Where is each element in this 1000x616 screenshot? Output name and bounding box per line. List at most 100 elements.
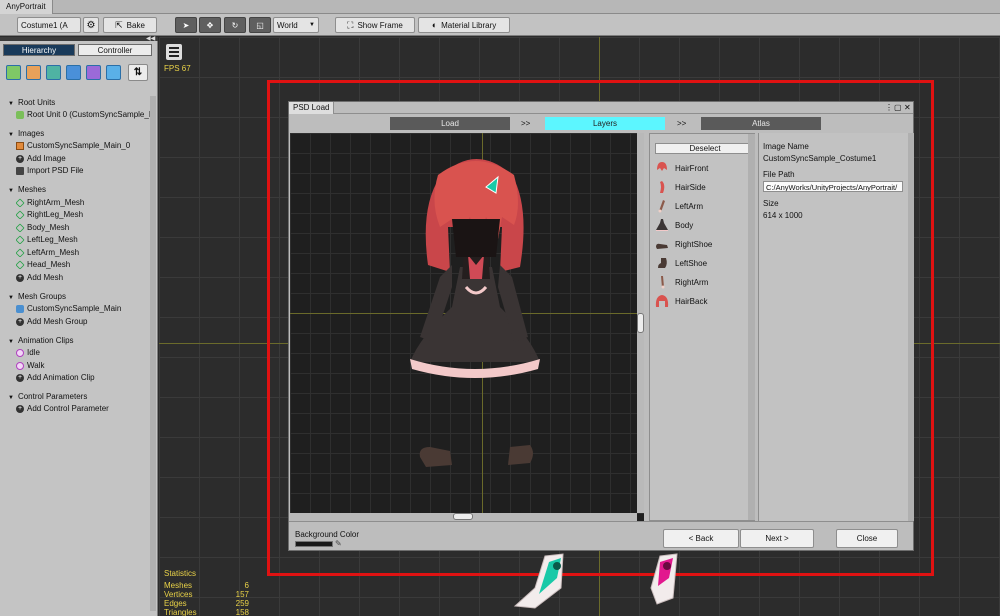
- space-select[interactable]: World ▼: [273, 17, 319, 33]
- step-arrow: >>: [521, 119, 531, 128]
- layer-item[interactable]: HairSide: [655, 179, 751, 195]
- plus-icon: +: [16, 404, 24, 413]
- character-preview-image: [410, 158, 540, 467]
- image-name-value: CustomSyncSample_Costume1: [763, 154, 877, 163]
- hierarchy-panel: [0, 37, 158, 616]
- material-icon: ◐: [431, 20, 438, 30]
- preview-vertical-scrollbar[interactable]: [637, 133, 644, 513]
- section-mesh-groups[interactable]: ▼ Mesh Groups: [8, 292, 66, 301]
- plus-icon: +: [16, 373, 24, 382]
- background-color-swatch[interactable]: [295, 541, 333, 547]
- list-item[interactable]: LeftLeg_Mesh: [16, 235, 150, 244]
- app-title-tab[interactable]: AnyPortrait: [0, 0, 53, 14]
- section-root-units[interactable]: ▼ Root Units: [8, 98, 55, 107]
- hamburger-menu-icon[interactable]: [166, 44, 182, 60]
- size-value: 614 x 1000: [763, 211, 803, 220]
- list-item[interactable]: Head_Mesh: [16, 260, 150, 269]
- move-tool-button[interactable]: ✥: [199, 17, 221, 33]
- next-button[interactable]: Next >: [740, 529, 814, 548]
- bake-button[interactable]: ⇱ Bake: [103, 17, 157, 33]
- scrollbar-thumb[interactable]: [453, 513, 473, 520]
- add-image-item[interactable]: + Add Image: [16, 154, 150, 163]
- move-icon: ✥: [206, 20, 214, 30]
- mesh-filter-icon[interactable]: [46, 65, 61, 80]
- layer-item[interactable]: HairFront: [655, 160, 751, 176]
- step-atlas[interactable]: Atlas: [701, 117, 821, 130]
- right-arm-layer-icon: [661, 276, 665, 289]
- add-control-parameter-item[interactable]: + Add Control Parameter: [16, 404, 150, 413]
- costume-select[interactable]: Costume1 (A: [17, 17, 81, 33]
- add-animation-clip-item[interactable]: + Add Animation Clip: [16, 373, 150, 382]
- image-icon: [16, 141, 24, 150]
- info-panel-scrollbar[interactable]: [908, 133, 914, 521]
- root-unit-filter-icon[interactable]: [6, 65, 21, 80]
- statistics-title: Statistics: [164, 569, 197, 578]
- caret-down-icon: ▼: [8, 188, 14, 194]
- layer-item[interactable]: RightArm: [655, 274, 751, 290]
- eyedropper-icon[interactable]: ✎: [335, 540, 343, 548]
- hierarchy-scrollbar[interactable]: [150, 96, 156, 611]
- maximize-icon[interactable]: ▢: [894, 102, 902, 114]
- list-item[interactable]: LeftArm_Mesh: [16, 248, 150, 257]
- layer-item[interactable]: RightShoe: [655, 236, 751, 252]
- psd-preview-canvas[interactable]: [290, 133, 644, 521]
- list-item[interactable]: CustomSyncSample_Main: [16, 304, 150, 313]
- stat-row: Edges 259: [164, 599, 249, 608]
- add-mesh-item[interactable]: + Add Mesh: [16, 273, 150, 282]
- animation-filter-icon[interactable]: [86, 65, 101, 80]
- layer-item[interactable]: LeftShoe: [655, 255, 751, 271]
- section-meshes[interactable]: ▼ Meshes: [8, 185, 46, 194]
- panel-header-strip: [0, 37, 158, 41]
- rotate-tool-button[interactable]: ↻: [224, 17, 246, 33]
- import-psd-item[interactable]: Import PSD File: [16, 166, 150, 175]
- layer-item[interactable]: LeftArm: [655, 198, 751, 214]
- more-icon[interactable]: ⋮: [885, 102, 893, 114]
- caret-down-icon: ▼: [8, 295, 14, 301]
- layer-list-scrollbar[interactable]: [748, 134, 755, 520]
- list-item[interactable]: Walk: [16, 361, 150, 370]
- section-images[interactable]: ▼ Images: [8, 129, 44, 138]
- animation-icon: [16, 361, 24, 370]
- chevron-down-icon: ▼: [309, 22, 315, 28]
- frame-icon: ⛶: [347, 19, 354, 30]
- add-mesh-group-item[interactable]: + Add Mesh Group: [16, 317, 150, 326]
- psd-load-dialog: PSD Load ⋮ ▢ ✕ Load >> Layers >> Atlas D…: [288, 101, 914, 551]
- file-path-field[interactable]: C:/AnyWorks/UnityProjects/AnyPortrait/: [763, 181, 903, 192]
- material-library-button[interactable]: ◐ Material Library: [418, 17, 510, 33]
- layer-item[interactable]: HairBack: [655, 293, 751, 309]
- deselect-button[interactable]: Deselect: [655, 143, 755, 154]
- section-control-parameters[interactable]: ▼ Control Parameters: [8, 392, 87, 401]
- mesh-icon: [16, 210, 25, 219]
- preview-horizontal-scrollbar[interactable]: [290, 513, 637, 521]
- select-tool-button[interactable]: ➤: [175, 17, 197, 33]
- sort-button[interactable]: ⇅: [128, 64, 148, 81]
- close-icon[interactable]: ✕: [904, 102, 911, 114]
- mesh-group-filter-icon[interactable]: [66, 65, 81, 80]
- dialog-title[interactable]: PSD Load: [289, 102, 335, 114]
- close-button[interactable]: Close: [836, 529, 898, 548]
- list-item[interactable]: Body_Mesh: [16, 223, 150, 232]
- collapse-icon[interactable]: ◀◀: [146, 36, 156, 42]
- material-library-label: Material Library: [441, 20, 497, 30]
- list-item[interactable]: RightLeg_Mesh: [16, 210, 150, 219]
- list-item[interactable]: CustomSyncSample_Main_0: [16, 141, 150, 150]
- list-item[interactable]: RightArm_Mesh: [16, 198, 150, 207]
- image-filter-icon[interactable]: [26, 65, 41, 80]
- layer-item[interactable]: Body: [655, 217, 751, 233]
- scrollbar-thumb[interactable]: [637, 313, 644, 333]
- step-load[interactable]: Load: [390, 117, 510, 130]
- show-frame-button[interactable]: ⛶ Show Frame: [335, 17, 415, 33]
- list-item[interactable]: Idle: [16, 348, 150, 357]
- caret-down-icon: ▼: [8, 339, 14, 345]
- control-param-filter-icon[interactable]: [106, 65, 121, 80]
- step-layers[interactable]: Layers: [545, 117, 665, 130]
- settings-button[interactable]: ⚙: [83, 17, 99, 33]
- back-button[interactable]: < Back: [663, 529, 739, 548]
- tab-controller[interactable]: Controller: [78, 44, 152, 56]
- list-item[interactable]: Root Unit 0 (CustomSyncSample_M: [16, 110, 150, 119]
- mesh-icon: [16, 198, 25, 207]
- scale-tool-button[interactable]: ◱: [249, 17, 271, 33]
- section-animation-clips[interactable]: ▼ Animation Clips: [8, 336, 74, 345]
- hair-front-layer-icon: [657, 162, 667, 171]
- tab-hierarchy[interactable]: Hierarchy: [3, 44, 75, 56]
